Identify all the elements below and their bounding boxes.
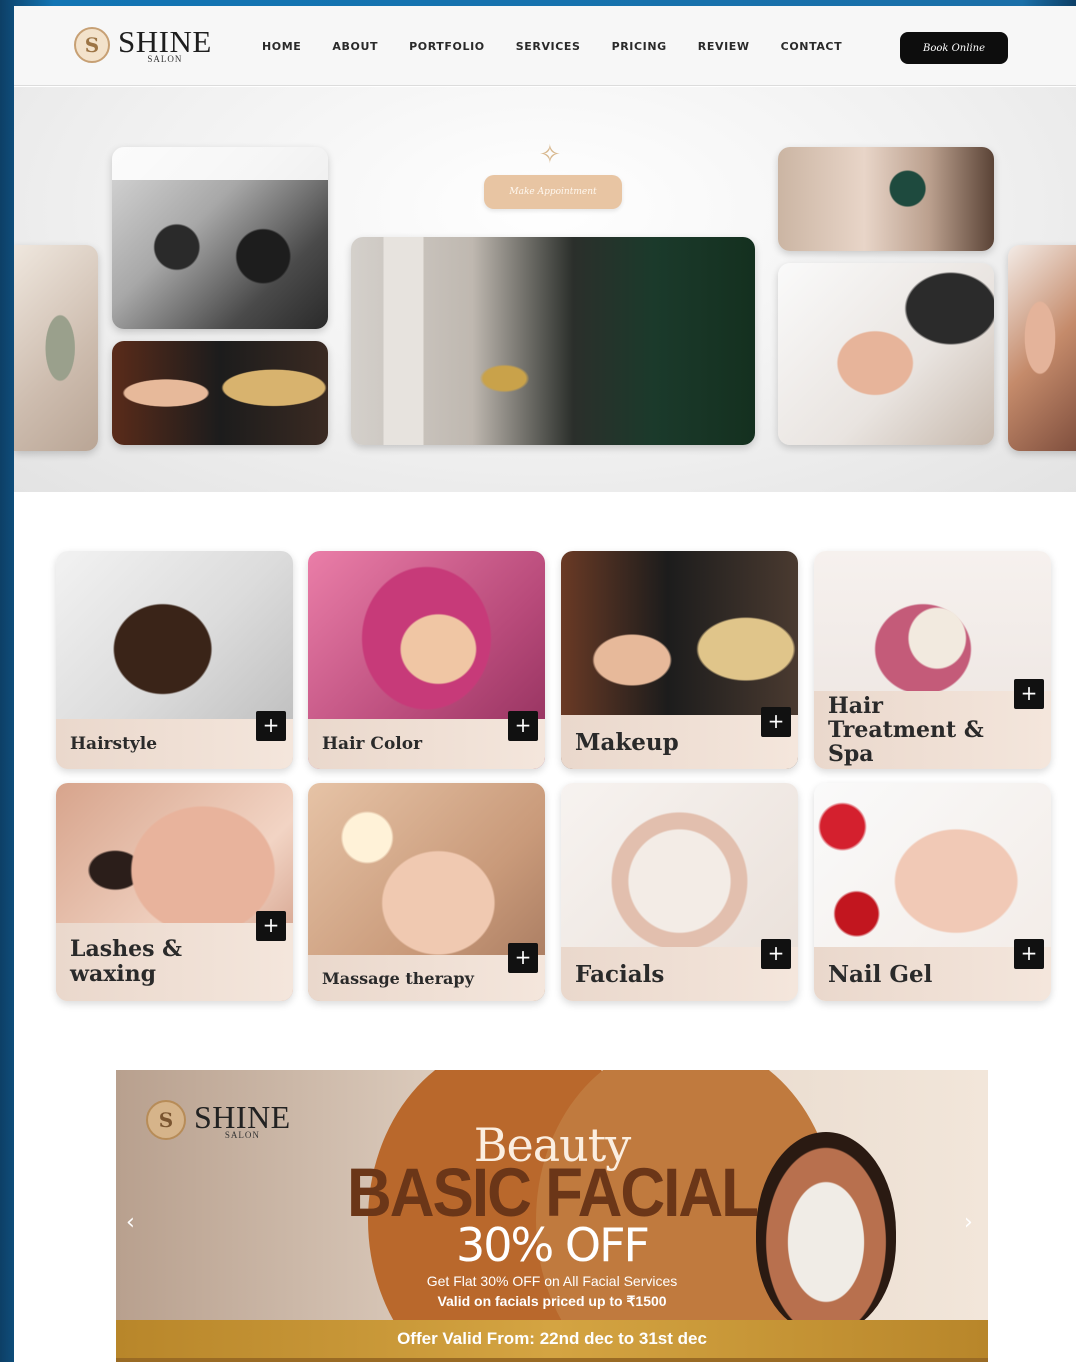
nav-services[interactable]: SERVICES	[516, 40, 581, 53]
hero-photo-eye-makeup	[1008, 245, 1076, 451]
plus-icon[interactable]: +	[508, 943, 538, 973]
banner-prev-arrow-icon[interactable]: ‹	[126, 1210, 135, 1235]
nav-contact[interactable]: CONTACT	[781, 40, 843, 53]
hero-photo-stylists	[778, 147, 994, 251]
logo-badge-icon: S	[74, 27, 110, 63]
service-card-massage-therapy[interactable]: Massage therapy +	[308, 783, 545, 1001]
sparkle-icon: ✧	[539, 139, 561, 169]
hero-collage: ✧ Make Appointment	[14, 87, 1076, 492]
banner-offer-strip: Offer Valid From: 22nd dec to 31st dec	[116, 1320, 988, 1358]
plus-icon[interactable]: +	[761, 707, 791, 737]
site-header: S SHINE SALON HOME ABOUT PORTFOLIO SERVI…	[14, 6, 1076, 86]
service-card-hairstyle[interactable]: Hairstyle +	[56, 551, 293, 769]
page-frame: S SHINE SALON HOME ABOUT PORTFOLIO SERVI…	[14, 6, 1076, 1362]
plus-icon[interactable]: +	[1014, 939, 1044, 969]
hero-photo-face-mask	[14, 245, 98, 451]
nav-portfolio[interactable]: PORTFOLIO	[409, 40, 485, 53]
logo-text: SHINE SALON	[118, 26, 212, 64]
service-card-facials[interactable]: Facials +	[561, 783, 798, 1001]
service-card-hair-color[interactable]: Hair Color +	[308, 551, 545, 769]
nav-home[interactable]: HOME	[262, 40, 301, 53]
hero-photo-makeup	[112, 341, 328, 445]
brand-name: SHINE	[118, 24, 212, 59]
service-card-makeup[interactable]: Makeup +	[561, 551, 798, 769]
service-card-hair-treatment[interactable]: Hair Treatment & Spa +	[814, 551, 1051, 769]
plus-icon[interactable]: +	[1014, 679, 1044, 709]
plus-icon[interactable]: +	[761, 939, 791, 969]
plus-icon[interactable]: +	[508, 711, 538, 741]
main-nav: HOME ABOUT PORTFOLIO SERVICES PRICING RE…	[262, 40, 873, 53]
book-online-button[interactable]: Book Online	[900, 32, 1008, 64]
hero-photo-facial-massage	[778, 263, 994, 445]
promo-banner: S SHINE SALON Beauty BASIC FACIAL 30% OF…	[116, 1070, 988, 1362]
banner-strip-border	[116, 1358, 988, 1362]
hero-photo-salon-floor	[112, 147, 328, 329]
nav-review[interactable]: REVIEW	[698, 40, 750, 53]
nav-pricing[interactable]: PRICING	[612, 40, 667, 53]
banner-validity-line: Valid on facials priced up to ₹1500	[437, 1293, 667, 1309]
service-card-lashes-waxing[interactable]: Lashes & waxing +	[56, 783, 293, 1001]
service-card-nail-gel[interactable]: Nail Gel +	[814, 783, 1051, 1001]
plus-icon[interactable]: +	[256, 911, 286, 941]
banner-discount: 30% OFF	[456, 1218, 650, 1272]
banner-offer-line: Get Flat 30% OFF on All Facial Services	[426, 1273, 678, 1289]
nav-about[interactable]: ABOUT	[332, 40, 378, 53]
hero-photo-salon-interior	[351, 237, 755, 445]
make-appointment-button[interactable]: Make Appointment	[484, 175, 622, 209]
brand-logo[interactable]: S SHINE SALON	[74, 26, 212, 64]
plus-icon[interactable]: +	[256, 711, 286, 741]
banner-next-arrow-icon[interactable]: ›	[964, 1210, 973, 1235]
